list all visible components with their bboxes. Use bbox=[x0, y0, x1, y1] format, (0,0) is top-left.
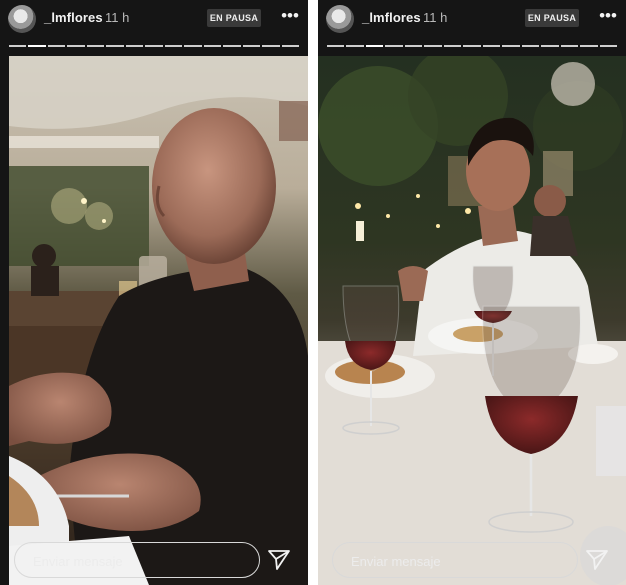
progress-segment bbox=[242, 45, 261, 47]
progress-segment bbox=[404, 45, 423, 47]
reply-input[interactable]: Enviar mensaje bbox=[14, 542, 260, 578]
paused-badge: EN PAUSA bbox=[207, 9, 261, 27]
progress-segment bbox=[184, 45, 202, 47]
progress-segment bbox=[262, 45, 280, 47]
story-progress-bar bbox=[9, 45, 299, 47]
reply-placeholder: Enviar mensaje bbox=[33, 554, 123, 569]
progress-segment bbox=[463, 45, 481, 47]
progress-segment bbox=[560, 45, 579, 47]
story-timestamp: 11 h bbox=[105, 10, 130, 25]
more-options-icon[interactable]: ••• bbox=[278, 6, 302, 26]
progress-segment bbox=[47, 45, 66, 47]
progress-segment bbox=[541, 45, 559, 47]
progress-segment bbox=[125, 45, 144, 47]
profile-avatar[interactable] bbox=[8, 5, 36, 33]
progress-segment bbox=[28, 45, 46, 47]
paper-plane-icon[interactable] bbox=[266, 547, 292, 573]
username[interactable]: _lmflores bbox=[362, 10, 421, 25]
story-header: _lmflores 11 h EN PAUSA ••• bbox=[318, 0, 626, 40]
panel-divider bbox=[308, 0, 318, 585]
paper-plane-icon[interactable] bbox=[584, 547, 610, 573]
paused-badge: EN PAUSA bbox=[525, 9, 579, 27]
story-timestamp: 11 h bbox=[423, 10, 448, 25]
progress-segment bbox=[86, 45, 105, 47]
progress-segment bbox=[424, 45, 442, 47]
progress-segment bbox=[385, 45, 403, 47]
progress-segment bbox=[327, 45, 345, 47]
progress-segment bbox=[203, 45, 222, 47]
story-panel-right: _lmflores 11 h EN PAUSA ••• Enviar mensa… bbox=[318, 0, 626, 585]
progress-segment bbox=[145, 45, 163, 47]
progress-segment bbox=[521, 45, 540, 47]
progress-segment bbox=[67, 45, 85, 47]
progress-segment bbox=[365, 45, 384, 47]
progress-segment bbox=[106, 45, 124, 47]
progress-segment bbox=[223, 45, 241, 47]
reply-placeholder: Enviar mensaje bbox=[351, 554, 441, 569]
progress-segment bbox=[599, 45, 617, 47]
progress-segment bbox=[580, 45, 598, 47]
story-progress-bar bbox=[327, 45, 617, 47]
story-panel-left: _lmflores 11 h EN PAUSA ••• Enviar mensa… bbox=[0, 0, 308, 585]
story-photo-man-with-wine[interactable] bbox=[318, 56, 626, 585]
username[interactable]: _lmflores bbox=[44, 10, 103, 25]
more-options-icon[interactable]: ••• bbox=[596, 6, 620, 26]
progress-segment bbox=[502, 45, 520, 47]
progress-segment bbox=[164, 45, 183, 47]
progress-segment bbox=[482, 45, 501, 47]
progress-segment bbox=[9, 45, 27, 47]
progress-segment bbox=[443, 45, 462, 47]
progress-segment bbox=[281, 45, 299, 47]
progress-segment bbox=[346, 45, 364, 47]
story-photo-bald-man-dining[interactable] bbox=[9, 56, 308, 585]
story-header: _lmflores 11 h EN PAUSA ••• bbox=[0, 0, 308, 40]
reply-input[interactable]: Enviar mensaje bbox=[332, 542, 578, 578]
profile-avatar[interactable] bbox=[326, 5, 354, 33]
